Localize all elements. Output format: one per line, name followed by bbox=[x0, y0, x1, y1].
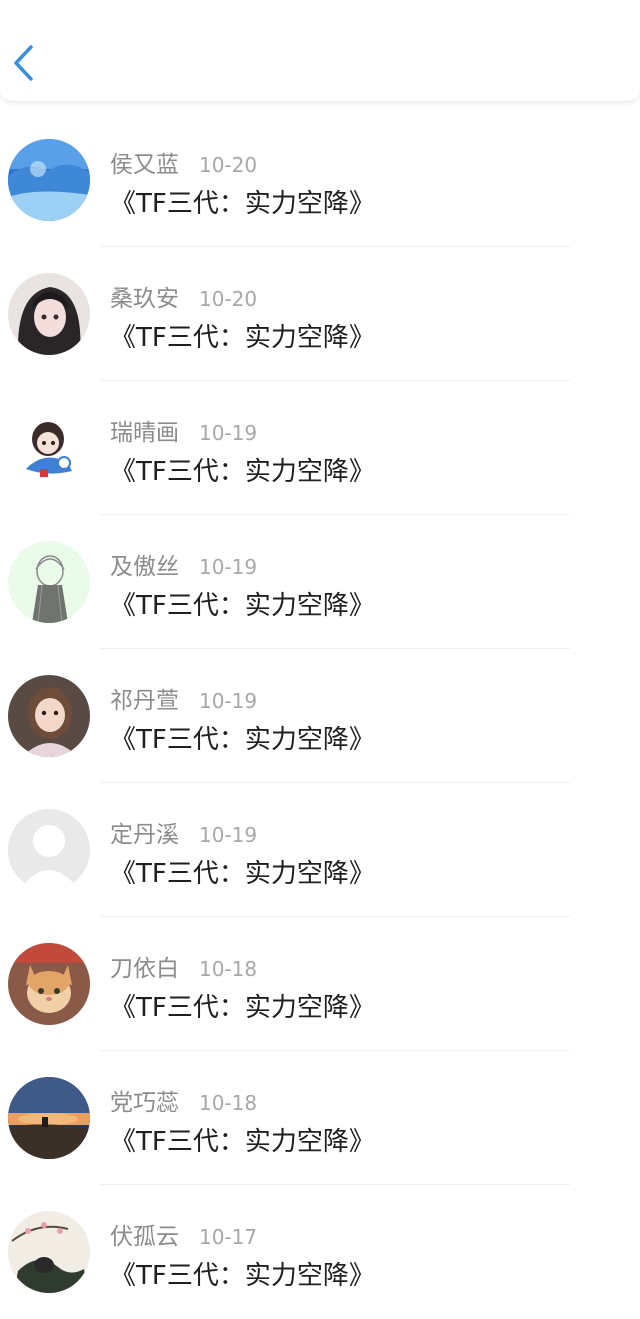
anime-girl-dark-avatar[interactable] bbox=[8, 273, 90, 355]
username[interactable]: 定丹溪 bbox=[110, 815, 179, 849]
sunset-landscape-avatar[interactable] bbox=[8, 1077, 90, 1159]
comment-text: 《TF三代：实力空降》 bbox=[110, 457, 375, 487]
comment-text: 《TF三代：实力空降》 bbox=[110, 725, 375, 755]
username[interactable]: 侯又蓝 bbox=[110, 145, 179, 179]
child-photo-avatar[interactable] bbox=[8, 675, 90, 757]
blue-landscape-avatar[interactable] bbox=[8, 139, 90, 221]
list-item[interactable]: 定丹溪 10-19 《TF三代：实力空降》 bbox=[0, 783, 640, 917]
list-item[interactable]: 祁丹萱 10-19 《TF三代：实力空降》 bbox=[0, 649, 640, 783]
comment-date: 10-20 bbox=[199, 287, 258, 311]
comment-text: 《TF三代：实力空降》 bbox=[110, 189, 375, 219]
comment-text: 《TF三代：实力空降》 bbox=[110, 859, 375, 889]
comment-text: 《TF三代：实力空降》 bbox=[110, 993, 375, 1023]
comment-text: 《TF三代：实力空降》 bbox=[110, 591, 375, 621]
comment-date: 10-17 bbox=[199, 1225, 258, 1249]
username[interactable]: 党巧蕊 bbox=[110, 1083, 179, 1117]
comment-date: 10-18 bbox=[199, 1091, 258, 1115]
list-item[interactable]: 桑玖安 10-20 《TF三代：实力空降》 bbox=[0, 247, 640, 381]
comment-date: 10-19 bbox=[199, 421, 258, 445]
sketch-girl-avatar[interactable] bbox=[8, 541, 90, 623]
top-bar bbox=[0, 0, 640, 102]
default-user-avatar[interactable] bbox=[8, 809, 90, 891]
comment-date: 10-19 bbox=[199, 555, 258, 579]
comment-list: 侯又蓝 10-20 《TF三代：实力空降》 桑玖安 10-20 《TF三代：实力… bbox=[0, 113, 640, 1319]
comment-text: 《TF三代：实力空降》 bbox=[110, 1261, 375, 1291]
username[interactable]: 瑞晴画 bbox=[110, 413, 179, 447]
list-item[interactable]: 侯又蓝 10-20 《TF三代：实力空降》 bbox=[0, 113, 640, 247]
chibi-character-avatar[interactable] bbox=[8, 407, 90, 489]
list-item[interactable]: 党巧蕊 10-18 《TF三代：实力空降》 bbox=[0, 1051, 640, 1185]
back-button[interactable] bbox=[6, 40, 42, 86]
username[interactable]: 伏孤云 bbox=[110, 1217, 179, 1251]
comment-text: 《TF三代：实力空降》 bbox=[110, 323, 375, 353]
chevron-left-icon bbox=[14, 45, 33, 81]
list-item[interactable]: 刀依白 10-18 《TF三代：实力空降》 bbox=[0, 917, 640, 1051]
ink-painting-avatar[interactable] bbox=[8, 1211, 90, 1293]
username[interactable]: 桑玖安 bbox=[110, 279, 179, 313]
list-item[interactable]: 伏孤云 10-17 《TF三代：实力空降》 bbox=[0, 1185, 640, 1319]
username[interactable]: 及傲丝 bbox=[110, 547, 179, 581]
comment-date: 10-20 bbox=[199, 153, 258, 177]
list-item[interactable]: 及傲丝 10-19 《TF三代：实力空降》 bbox=[0, 515, 640, 649]
username[interactable]: 刀依白 bbox=[110, 949, 179, 983]
cat-photo-avatar[interactable] bbox=[8, 943, 90, 1025]
comment-text: 《TF三代：实力空降》 bbox=[110, 1127, 375, 1157]
list-item[interactable]: 瑞晴画 10-19 《TF三代：实力空降》 bbox=[0, 381, 640, 515]
comment-date: 10-19 bbox=[199, 823, 258, 847]
username[interactable]: 祁丹萱 bbox=[110, 681, 179, 715]
comment-date: 10-19 bbox=[199, 689, 258, 713]
comment-date: 10-18 bbox=[199, 957, 258, 981]
